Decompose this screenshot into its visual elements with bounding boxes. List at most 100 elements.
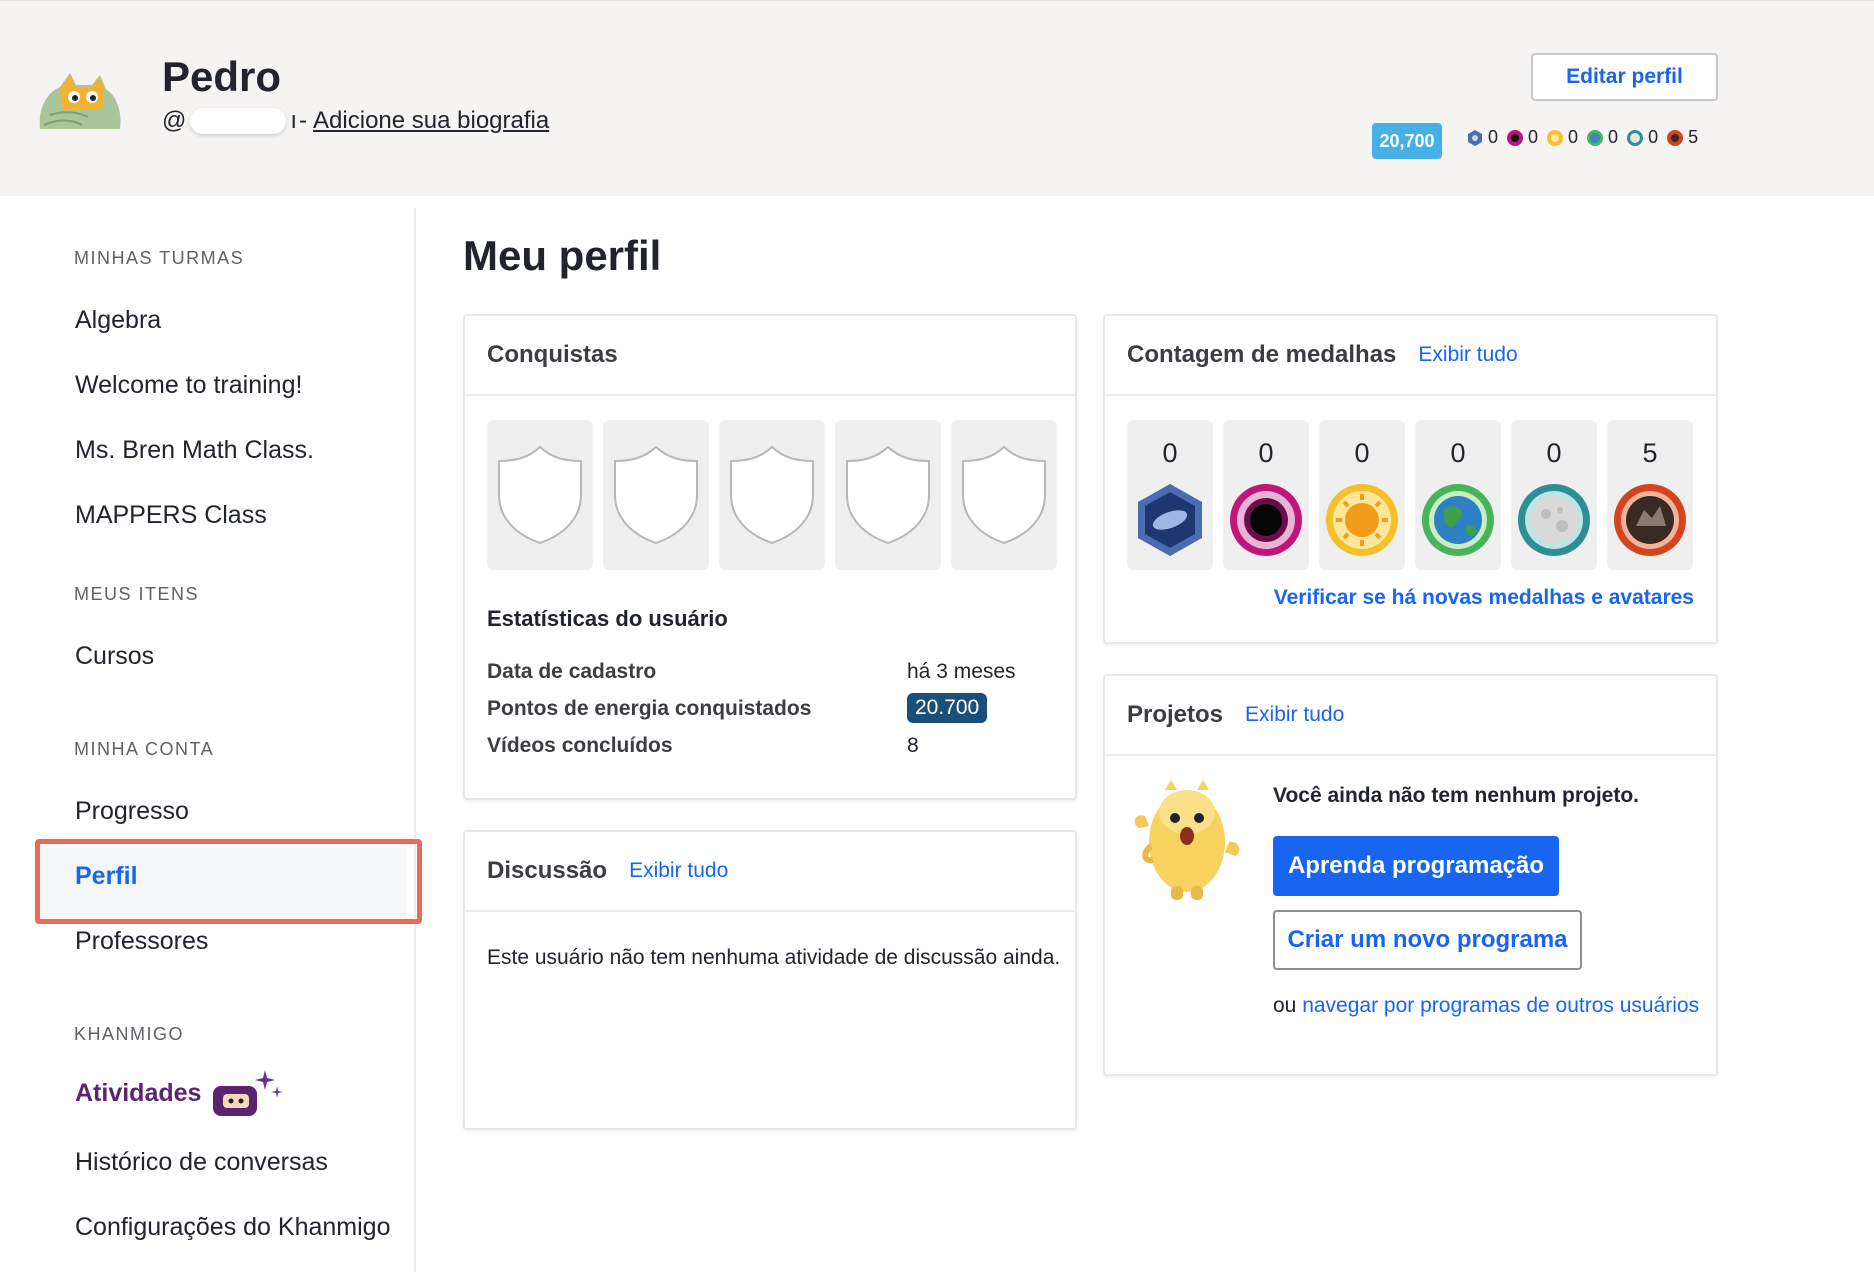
empty-shield-icon [614, 445, 698, 545]
discussion-card: Discussão Exibir tudo Este usuário não t… [463, 830, 1077, 1130]
sidebar-item-progress[interactable]: Progresso [75, 797, 189, 826]
medal-challenge-patch[interactable]: 5 [1607, 420, 1693, 570]
badge-summary: 0 0 0 0 0 5 [1466, 127, 1706, 148]
sun-badge-icon [1326, 484, 1398, 556]
stat-value: 8 [907, 734, 919, 757]
user-name: Pedro [162, 53, 282, 100]
medal-count: 0 [1354, 438, 1370, 468]
learn-programming-button[interactable]: Aprenda programação [1273, 836, 1559, 896]
projects-card: Projetos Exibir tudo Você ainda não tem … [1103, 674, 1718, 1076]
earth-badge-icon [1587, 129, 1604, 146]
projects-view-all-link[interactable]: Exibir tudo [1245, 703, 1344, 727]
khanmigo-icon [211, 1066, 287, 1120]
add-bio-link[interactable]: Adicione sua biografia [313, 107, 549, 135]
sidebar-item-teachers[interactable]: Professores [75, 927, 208, 956]
empty-shield-icon [730, 445, 814, 545]
points-badge: 20,700 [1372, 123, 1442, 159]
challenge-patch-icon [1614, 484, 1686, 556]
earth-badge-icon [1422, 484, 1494, 556]
profile-header: Pedro @ ı - Adicione sua biografia Edita… [0, 0, 1874, 196]
medal-count: 0 [1546, 438, 1562, 468]
moon-badge-icon [1627, 129, 1644, 146]
sidebar-item-activities[interactable]: Atividades [75, 1066, 287, 1120]
medal-black-hole[interactable]: 0 [1223, 420, 1309, 570]
badge-count: 0 [1648, 127, 1659, 147]
medal-count: 0 [1162, 438, 1178, 468]
medal-count: 0 [1258, 438, 1274, 468]
card-title: Discussão [487, 857, 608, 884]
edit-profile-button[interactable]: Editar perfil [1531, 53, 1718, 101]
check-new-badges-link[interactable]: Verificar se há novas medalhas e avatare… [1274, 586, 1694, 610]
card-title: Conquistas [487, 341, 618, 368]
card-header: Conquistas [465, 316, 1075, 396]
sidebar-item-mappers[interactable]: MAPPERS Class [75, 501, 267, 530]
black-hole-badge-icon [1507, 129, 1524, 146]
sidebar-item-algebra[interactable]: Algebra [75, 306, 161, 335]
stat-label: Pontos de energia conquistados [487, 697, 812, 720]
stat-label: Data de cadastro [487, 660, 657, 683]
mini-badge[interactable]: 5 [1666, 127, 1698, 148]
sidebar-item-welcome-training[interactable]: Welcome to training! [75, 371, 302, 400]
badge-count: 0 [1608, 127, 1619, 147]
medal-moon[interactable]: 0 [1511, 420, 1597, 570]
card-title: Projetos [1127, 701, 1224, 728]
section-my-classes: MINHAS TURMAS [74, 248, 245, 268]
sidebar-item-chat-history[interactable]: Histórico de conversas [75, 1148, 328, 1177]
sidebar-item-courses[interactable]: Cursos [75, 642, 154, 671]
badge-count: 5 [1688, 127, 1699, 147]
discussion-view-all-link[interactable]: Exibir tudo [629, 859, 728, 883]
meteorite-badge-icon [1138, 484, 1202, 556]
page-title: Meu perfil [463, 232, 662, 279]
achievement-slot[interactable] [835, 420, 941, 570]
section-khanmigo: KHANMIGO [74, 1024, 185, 1044]
card-header: Discussão Exibir tudo [465, 832, 1075, 912]
meteorite-badge-icon [1468, 129, 1482, 146]
sidebar-item-bren-math[interactable]: Ms. Bren Math Class. [75, 436, 314, 465]
section-my-account: MINHA CONTA [74, 739, 215, 759]
avatar-icon [39, 73, 121, 129]
projects-empty-text: Você ainda não tem nenhum projeto. [1273, 784, 1639, 807]
badge-count: 0 [1528, 127, 1539, 147]
challenge-patch-icon [1667, 129, 1684, 146]
medals-view-all-link[interactable]: Exibir tudo [1418, 343, 1517, 367]
browse-programs-link[interactable]: navegar por programas de outros usuários [1302, 994, 1699, 1017]
medals-card: Contagem de medalhas Exibir tudo 0 0 0 0… [1103, 314, 1718, 644]
handle-row: @ ı - Adicione sua biografia [162, 107, 549, 135]
mini-badge[interactable]: 0 [1626, 127, 1658, 148]
achievements-card: Conquistas Estatísticas do usuário Data … [463, 314, 1077, 800]
mini-badge[interactable]: 0 [1466, 127, 1498, 148]
or-label: ou [1273, 994, 1297, 1017]
empty-shield-icon [962, 445, 1046, 545]
moon-badge-icon [1518, 484, 1590, 556]
empty-shield-icon [846, 445, 930, 545]
badge-count: 0 [1568, 127, 1579, 147]
medal-earth[interactable]: 0 [1415, 420, 1501, 570]
avatar[interactable] [36, 69, 122, 135]
mini-badge[interactable]: 0 [1506, 127, 1538, 148]
achievement-slot[interactable] [487, 420, 593, 570]
achievement-slot[interactable] [719, 420, 825, 570]
badge-count: 0 [1488, 127, 1499, 147]
card-title: Contagem de medalhas [1127, 341, 1397, 368]
sidebar-item-profile[interactable]: Perfil [75, 862, 138, 891]
medal-sun[interactable]: 0 [1319, 420, 1405, 570]
redacted-username [190, 108, 287, 134]
stat-label: Vídeos concluídos [487, 734, 673, 757]
energy-points-badge: 20.700 [907, 693, 988, 723]
empty-shield-icon [498, 445, 582, 545]
achievement-slot[interactable] [603, 420, 709, 570]
sidebar-item-khanmigo-settings[interactable]: Configurações do Khanmigo [75, 1213, 390, 1242]
card-header: Projetos Exibir tudo [1105, 676, 1716, 756]
handle-prefix: @ [162, 107, 187, 134]
section-my-items: MEUS ITENS [74, 584, 200, 604]
card-header: Contagem de medalhas Exibir tudo [1105, 316, 1716, 396]
create-program-button[interactable]: Criar um novo programa [1273, 910, 1582, 970]
mini-badge[interactable]: 0 [1546, 127, 1578, 148]
sidebar: MINHAS TURMAS Algebra Welcome to trainin… [0, 208, 422, 1272]
achievement-slot[interactable] [951, 420, 1057, 570]
discussion-empty-text: Este usuário não tem nenhuma atividade d… [487, 946, 1061, 969]
medal-count: 0 [1450, 438, 1466, 468]
medal-count: 5 [1642, 438, 1658, 468]
mini-badge[interactable]: 0 [1586, 127, 1618, 148]
medal-meteorite[interactable]: 0 [1127, 420, 1213, 570]
